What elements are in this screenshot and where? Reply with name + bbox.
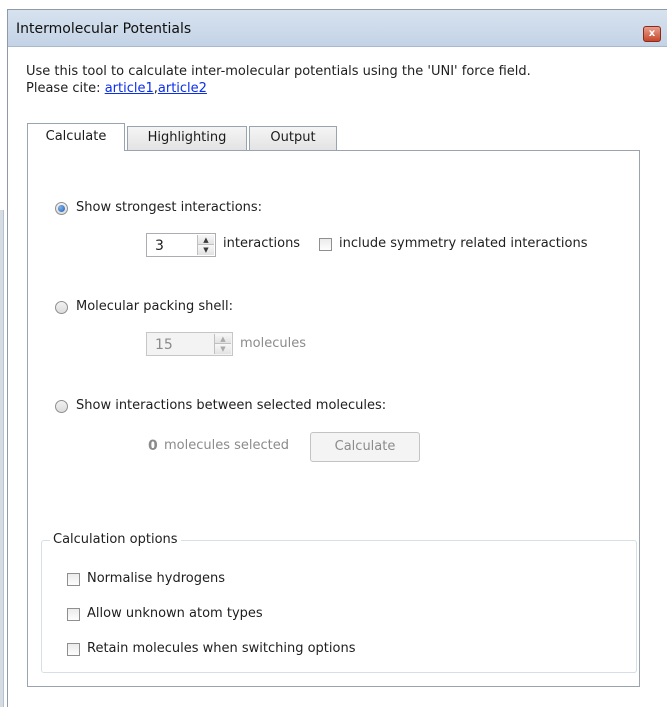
normalise-hydrogens-label: Normalise hydrogens [87,571,226,586]
packing-shell-radio[interactable] [55,301,68,314]
window-title: Intermolecular Potentials [16,21,192,37]
spinner-arrows: ▲ ▼ [214,334,231,354]
tab-output[interactable]: Output [249,126,337,150]
packing-count-value: 15 [155,337,173,353]
allow-unknown-atoms-checkbox[interactable] [67,608,80,621]
selected-count-label: molecules selected [164,438,290,453]
packing-count-spinner[interactable]: 15 ▲ ▼ [146,332,233,356]
intermolecular-potentials-window: Intermolecular Potentials x Use this too… [7,9,667,707]
selected-molecules-radio[interactable] [55,400,68,413]
retain-molecules-label: Retain molecules when switching options [87,641,356,656]
dialog-content: Use this tool to calculate inter-molecul… [8,47,667,707]
intro-description: Use this tool to calculate inter-molecul… [26,64,531,79]
citation-prefix: Please cite: [26,81,105,96]
strongest-interactions-label: Show strongest interactions: [76,200,263,215]
title-bar[interactable]: Intermolecular Potentials x [8,10,667,47]
calculate-button[interactable]: Calculate [310,432,420,462]
retain-molecules-checkbox[interactable] [67,643,80,656]
article2-link[interactable]: article2 [158,81,207,96]
strongest-interactions-radio[interactable] [55,202,68,215]
symmetry-checkbox[interactable] [319,238,332,251]
interactions-count-spinner[interactable]: 3 ▲ ▼ [146,233,216,257]
tab-calculate[interactable]: Calculate [27,123,125,151]
window-edge [0,210,4,707]
symmetry-label: include symmetry related interactions [339,236,588,251]
spin-up-icon[interactable]: ▲ [198,235,214,245]
interactions-unit-label: interactions [223,236,301,251]
intro-text: Use this tool to calculate inter-molecul… [26,63,531,97]
spin-up-icon[interactable]: ▲ [215,334,231,344]
close-icon: x [648,28,656,39]
spin-down-icon[interactable]: ▼ [198,245,214,255]
selected-count: 0 [148,438,158,454]
packing-shell-label: Molecular packing shell: [76,299,233,314]
article1-link[interactable]: article1 [105,81,154,96]
normalise-hydrogens-checkbox[interactable] [67,573,80,586]
interactions-count-value: 3 [155,238,164,254]
selected-molecules-label: Show interactions between selected molec… [76,398,387,413]
calculation-options-title: Calculation options [50,532,181,547]
allow-unknown-atoms-label: Allow unknown atom types [87,606,263,621]
tab-highlighting[interactable]: Highlighting [127,126,247,150]
close-button[interactable]: x [643,26,661,42]
spin-down-icon[interactable]: ▼ [215,344,231,354]
citation-line: Please cite: article1,article2 [26,80,531,97]
packing-unit-label: molecules [240,336,306,351]
spinner-arrows: ▲ ▼ [197,235,214,255]
